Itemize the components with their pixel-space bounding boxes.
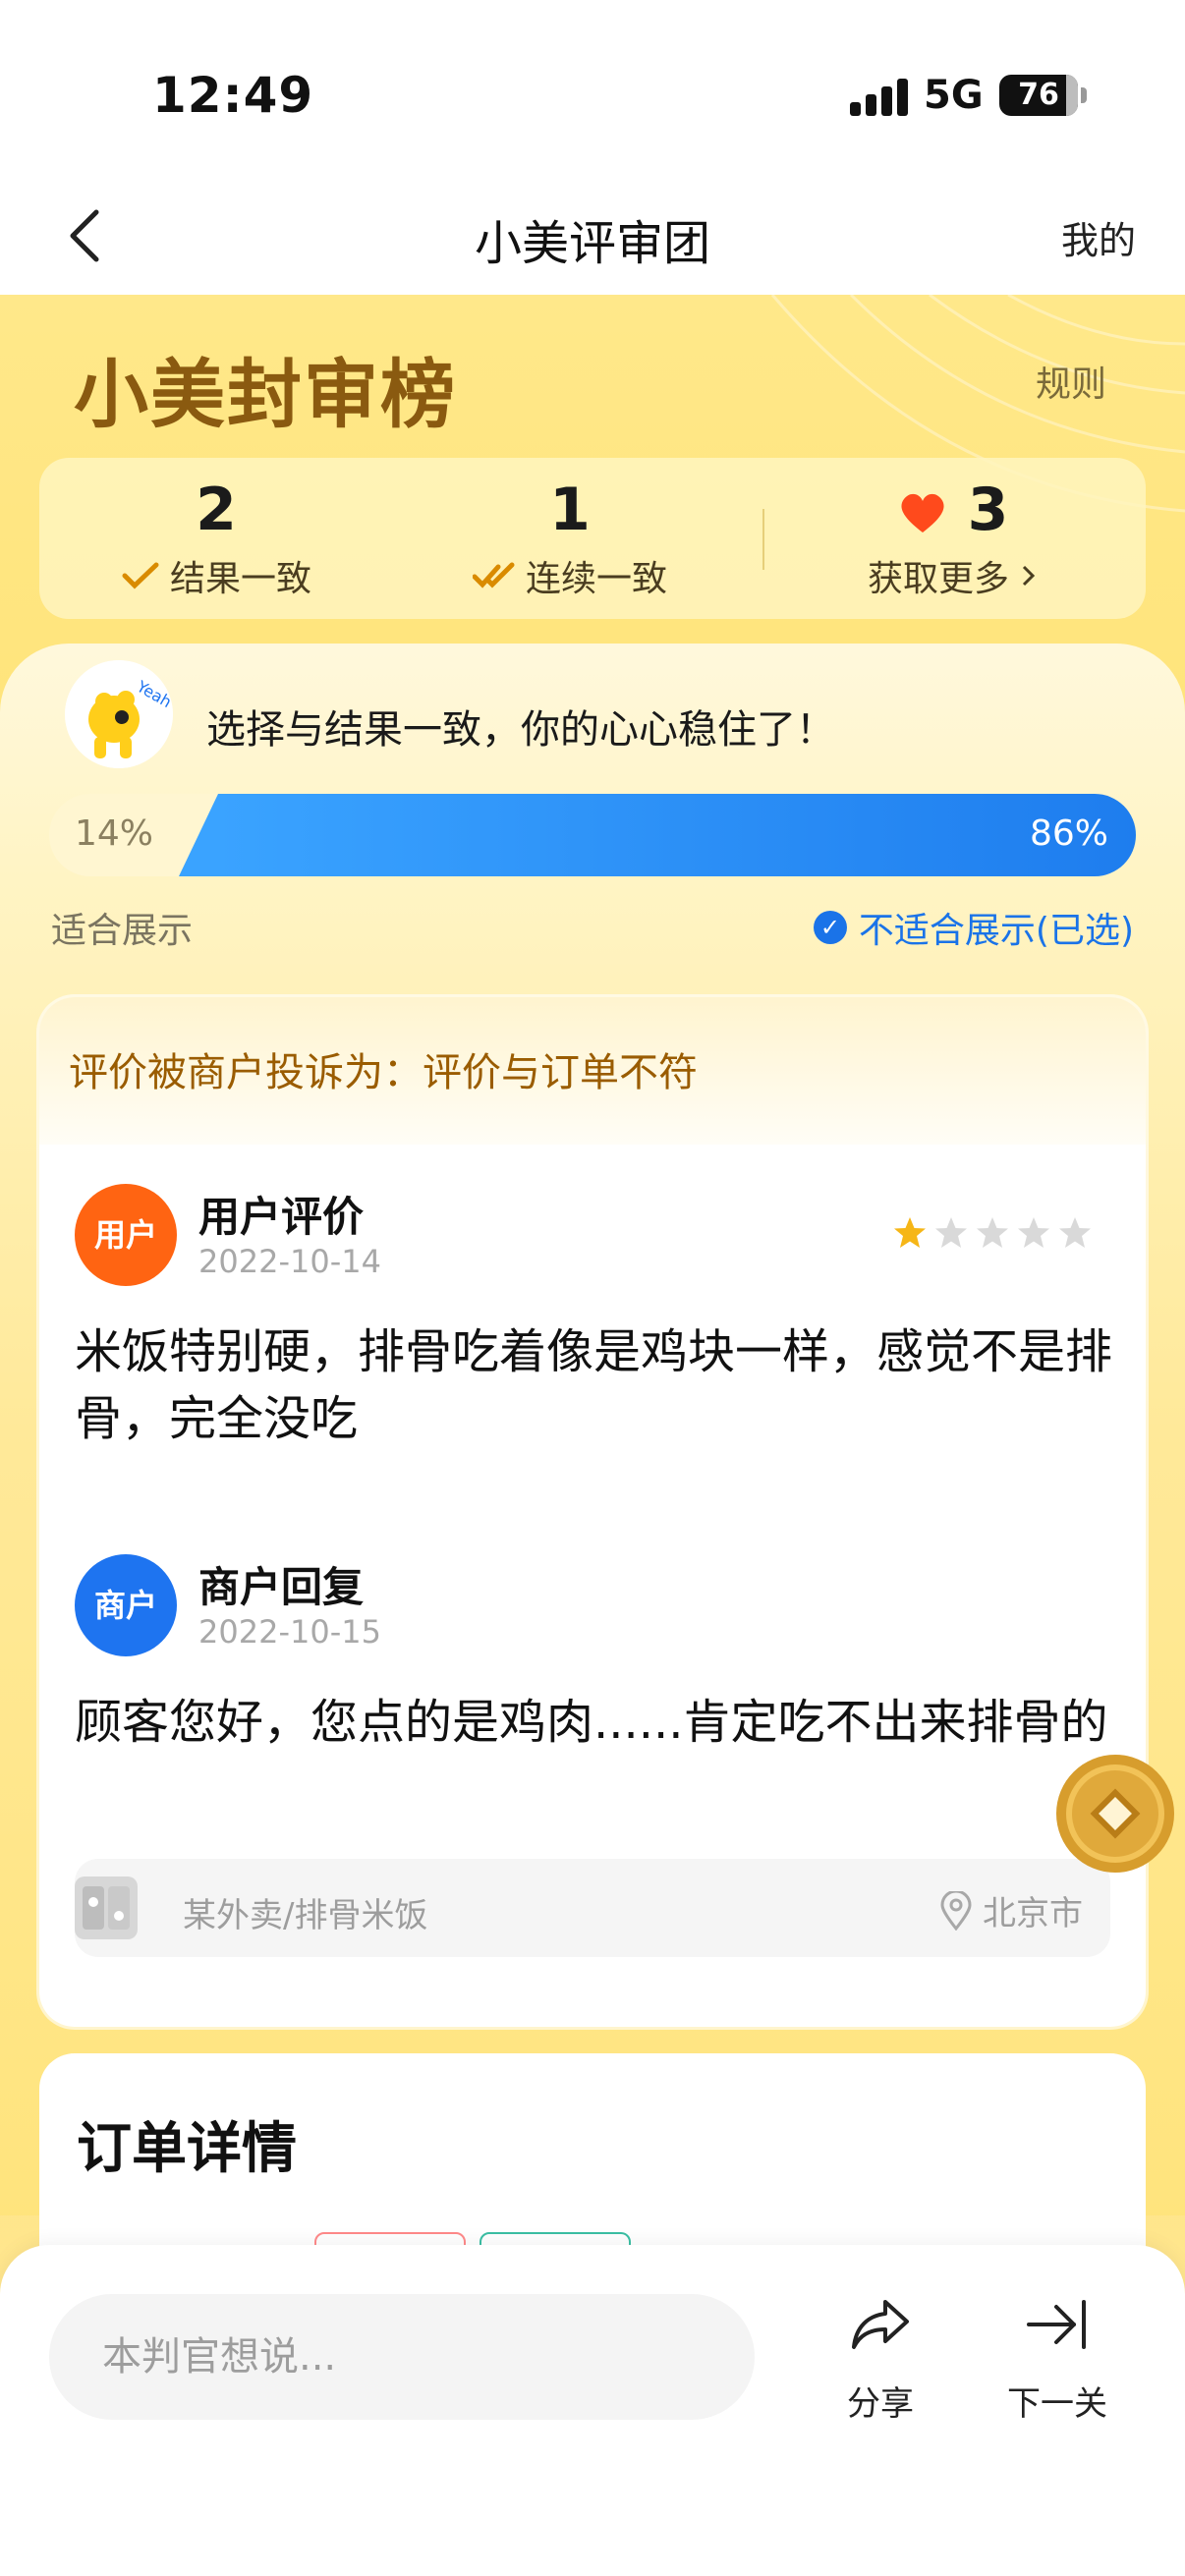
shop-location: 北京市 [939, 1886, 1083, 1934]
chevron-right-icon [1022, 565, 1036, 587]
stat-label: 结果一致 [169, 559, 311, 599]
option-unsuitable-label: 不适合展示(已选) [858, 911, 1134, 951]
user-review-date: 2022-10-14 [198, 1243, 381, 1280]
skip-forward-icon [1027, 2300, 1086, 2349]
merchant-avatar: 商户 [75, 1554, 177, 1656]
shop-name: 某外卖/排骨米饭 [183, 1896, 428, 1935]
mascot-avatar: Yeah [65, 660, 173, 768]
location-pin-icon [940, 1890, 972, 1931]
stats-card: 2 结果一致 1 连续一致 3 获取更多 [39, 458, 1146, 619]
stat-label: 获取更多 [867, 559, 1009, 599]
star-filled-icon [894, 1217, 926, 1248]
option-suitable: 适合展示 [51, 911, 194, 951]
heart-icon [901, 494, 944, 533]
share-label: 分享 [847, 2384, 914, 2424]
left-percent: 14% [75, 813, 154, 854]
bottom-action-bar: 分享 下一关 [0, 2245, 1185, 2576]
star-empty-icon [977, 1217, 1008, 1248]
shop-thumbnail-icon [75, 1876, 138, 1939]
stat-streak: 1 连续一致 [423, 458, 717, 601]
option-unsuitable-selected: ✓ 不适合展示(已选) [813, 902, 1134, 953]
user-review-title: 用户评价 [198, 1193, 365, 1241]
rules-link[interactable]: 规则 [1036, 356, 1106, 407]
status-bar: 12:49 5G 76 [0, 0, 1185, 177]
shop-info[interactable]: 某外卖/排骨米饭 北京市 [75, 1859, 1110, 1957]
star-empty-icon [935, 1217, 967, 1248]
rating-stars [892, 1215, 1093, 1251]
shop-city: 北京市 [983, 1894, 1083, 1933]
page-title: 小美评审团 [474, 216, 710, 271]
star-empty-icon [1059, 1217, 1091, 1248]
star-empty-icon [1018, 1217, 1049, 1248]
next-level-button[interactable]: 下一关 [988, 2290, 1126, 2425]
user-review-text: 米饭特别硬，排骨吃着像是鸡块一样，感觉不是排骨，完全没吃 [75, 1324, 1113, 1446]
double-check-icon [472, 562, 515, 588]
vote-result-bar: 14% 86% [49, 794, 1136, 876]
signal-icon [850, 77, 909, 116]
order-details-title: 订单详情 [77, 2117, 297, 2181]
vote-tip: 选择与结果一致，你的心心稳住了！ [206, 707, 835, 753]
stat-value: 2 [196, 476, 237, 544]
stat-value: 1 [549, 476, 591, 544]
stat-divider [762, 509, 764, 570]
mine-link[interactable]: 我的 [1061, 210, 1136, 264]
next-level-label: 下一关 [1007, 2384, 1107, 2424]
merchant-reply-date: 2022-10-15 [198, 1613, 381, 1651]
selected-check-icon: ✓ [813, 911, 847, 944]
user-avatar: 用户 [75, 1184, 177, 1286]
status-time: 12:49 [152, 67, 314, 124]
vote-bar-right [179, 794, 1136, 876]
merchant-reply-title: 商户回复 [198, 1563, 365, 1611]
stat-value: 3 [967, 476, 1009, 544]
comment-input[interactable] [49, 2294, 755, 2420]
brand-title: 小美封审榜 [74, 351, 457, 438]
check-icon [122, 562, 159, 589]
battery-icon: 76 [999, 75, 1087, 116]
merchant-reply-text: 顾客您好，您点的是鸡肉......肯定吃不出来排骨的 [75, 1695, 1108, 1750]
share-button[interactable]: 分享 [812, 2290, 949, 2425]
case-card: 评价被商户投诉为：评价与订单不符 用户 用户评价 2022-10-14 米饭特别… [39, 997, 1146, 2027]
battery-level: 76 [1018, 78, 1059, 112]
nav-bar: 小美评审团 我的 [0, 177, 1185, 295]
right-percent: 86% [1029, 813, 1108, 854]
coin-reward-icon[interactable] [1053, 1752, 1177, 1876]
stat-consistent: 2 结果一致 [69, 458, 364, 601]
network-label: 5G [924, 73, 984, 118]
complaint-reason: 评价被商户投诉为：评价与订单不符 [69, 1050, 698, 1095]
stat-hearts[interactable]: 3 获取更多 [806, 458, 1100, 601]
share-icon [852, 2300, 909, 2349]
stat-label: 连续一致 [525, 559, 667, 599]
